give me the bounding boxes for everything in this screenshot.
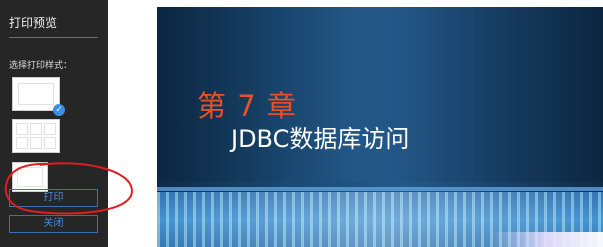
panel-title: 打印预览: [9, 16, 58, 30]
thumbnail-cell: [30, 123, 42, 135]
slide-divider: [157, 187, 603, 191]
divider: [9, 37, 98, 38]
thumbnail-page: [17, 167, 43, 187]
close-button[interactable]: 关闭: [9, 215, 98, 233]
thumbnail-page: [18, 83, 54, 105]
print-style-option-single[interactable]: [12, 77, 60, 111]
print-style-option-grid[interactable]: [12, 119, 60, 153]
print-preview-panel: 打印预览 选择打印样式： ✓ 打印 关闭: [0, 0, 108, 247]
thumbnail-cell: [44, 123, 56, 135]
print-style-label: 选择打印样式：: [9, 61, 73, 71]
thumbnail-cell: [16, 137, 28, 149]
thumbnail-cell: [30, 137, 42, 149]
slide-title: JDBC数据库访问: [231, 125, 410, 153]
thumbnail-cell: [16, 123, 28, 135]
thumbnail-cell: [44, 137, 56, 149]
print-button[interactable]: 打印: [9, 189, 98, 207]
print-style-option-notes[interactable]: [12, 162, 48, 192]
check-icon: ✓: [53, 104, 65, 116]
slide-preview: 第 7 章 JDBC数据库访问: [157, 7, 603, 247]
watermark: [490, 232, 603, 247]
